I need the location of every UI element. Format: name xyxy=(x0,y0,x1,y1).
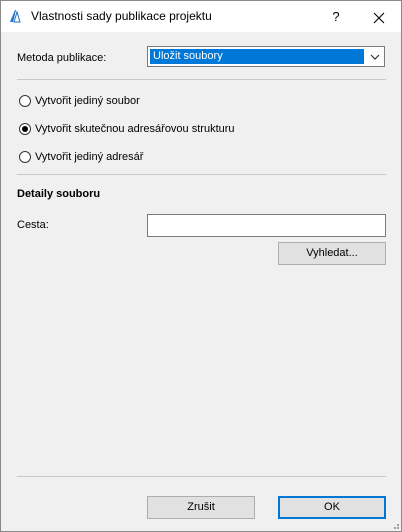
radio-label-folder-structure[interactable]: Vytvořit skutečnou adresářovou strukturu xyxy=(35,122,235,136)
method-label: Metoda publikace: xyxy=(17,52,107,64)
method-selected-value: Uložit soubory xyxy=(150,49,364,64)
browse-button[interactable]: Vyhledat... xyxy=(278,242,386,265)
title-bar[interactable]: Vlastnosti sady publikace projektu ? xyxy=(1,1,401,32)
separator xyxy=(17,174,386,175)
close-button[interactable] xyxy=(362,1,396,32)
radio-label-single-folder[interactable]: Vytvořit jediný adresář xyxy=(35,150,143,164)
details-heading: Detaily souboru xyxy=(17,188,101,200)
help-button[interactable]: ? xyxy=(319,1,353,32)
path-label: Cesta: xyxy=(17,219,49,231)
window-title: Vlastnosti sady publikace projektu xyxy=(31,9,212,23)
radio-single-file[interactable] xyxy=(19,95,31,107)
separator xyxy=(17,79,386,80)
radio-single-folder[interactable] xyxy=(19,151,31,163)
ok-button[interactable]: OK xyxy=(278,496,386,519)
close-icon xyxy=(373,12,385,23)
dialog-window: Vlastnosti sady publikace projektu ? Met… xyxy=(0,0,402,532)
archicad-logo-icon xyxy=(10,10,21,23)
method-select[interactable]: Uložit soubory xyxy=(147,46,385,67)
path-input[interactable] xyxy=(147,214,386,237)
cancel-button[interactable]: Zrušit xyxy=(147,496,255,519)
radio-folder-structure[interactable] xyxy=(19,123,31,135)
resize-grip-icon[interactable] xyxy=(390,520,400,530)
radio-label-single-file[interactable]: Vytvořit jediný soubor xyxy=(35,94,140,108)
separator xyxy=(17,476,386,477)
chevron-down-icon xyxy=(370,54,380,60)
